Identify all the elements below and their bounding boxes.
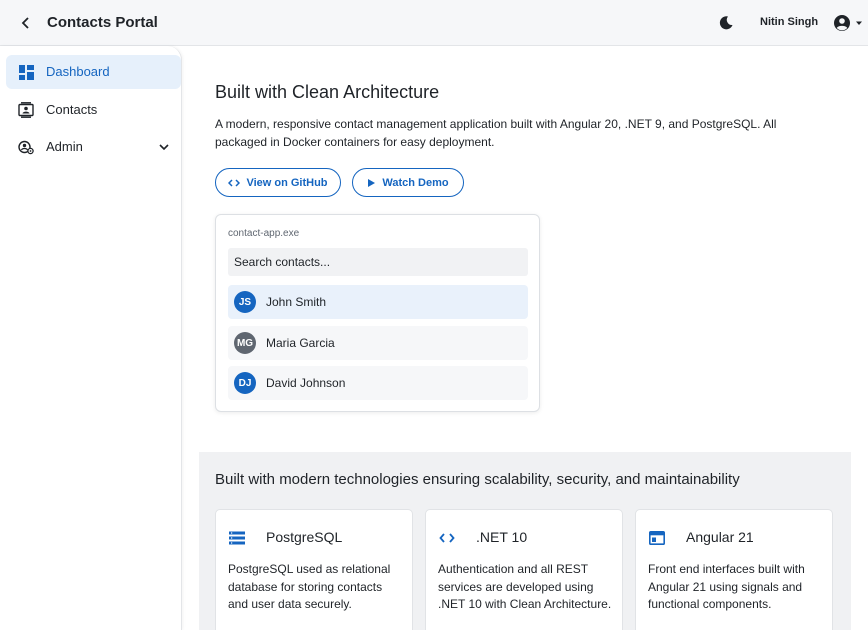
section-title: Built with modern technologies ensuring … bbox=[215, 471, 740, 488]
avatar: JS bbox=[234, 291, 256, 313]
search-input[interactable] bbox=[228, 248, 528, 276]
hero-title: Built with Clean Architecture bbox=[215, 82, 440, 102]
caret-down-icon bbox=[856, 21, 862, 25]
contact-list-item[interactable]: JS John Smith bbox=[228, 285, 528, 319]
sidebar-item-admin[interactable]: Admin bbox=[6, 130, 181, 164]
admin-settings-icon bbox=[18, 139, 34, 155]
database-list-icon bbox=[228, 529, 246, 547]
contact-name: Maria Garcia bbox=[266, 336, 335, 350]
github-button-label: View on GitHub bbox=[246, 176, 328, 189]
moon-icon bbox=[719, 16, 733, 30]
back-button[interactable] bbox=[16, 12, 36, 34]
contact-name: David Johnson bbox=[266, 376, 346, 390]
contact-list-item[interactable]: MG Maria Garcia bbox=[228, 326, 528, 360]
sidebar-item-contacts[interactable]: Contacts bbox=[6, 93, 181, 127]
user-name: Nitin Singh bbox=[760, 16, 819, 28]
tech-description: PostgreSQL used as relational database f… bbox=[228, 562, 391, 611]
sidebar: Dashboard Contacts Admin bbox=[0, 46, 182, 630]
tech-name: Angular 21 bbox=[686, 529, 754, 545]
contact-card-icon bbox=[18, 102, 34, 118]
chevron-left-icon bbox=[21, 17, 29, 29]
window-title: contact-app.exe bbox=[228, 228, 300, 239]
dashboard-icon bbox=[18, 64, 34, 80]
tech-card-angular: Angular 21 Front end interfaces built wi… bbox=[635, 509, 833, 630]
tech-name: PostgreSQL bbox=[266, 529, 343, 545]
code-icon bbox=[228, 178, 241, 187]
play-icon bbox=[368, 178, 376, 187]
sidebar-item-dashboard[interactable]: Dashboard bbox=[6, 55, 181, 89]
contact-list-item[interactable]: DJ David Johnson bbox=[228, 366, 528, 400]
demo-app-window: contact-app.exe JS John Smith MG Maria G… bbox=[215, 214, 540, 412]
hero-description: A modern, responsive contact management … bbox=[215, 117, 777, 149]
view-on-github-button[interactable]: View on GitHub bbox=[215, 168, 341, 197]
account-menu-button[interactable] bbox=[833, 12, 865, 34]
theme-toggle-button[interactable] bbox=[715, 12, 737, 34]
top-app-bar: Contacts Portal Nitin Singh bbox=[0, 0, 868, 46]
account-circle-icon bbox=[834, 15, 850, 31]
watch-demo-button[interactable]: Watch Demo bbox=[352, 168, 464, 197]
sidebar-item-label: Admin bbox=[46, 139, 83, 154]
tech-name: .NET 10 bbox=[476, 529, 528, 545]
browser-window-icon bbox=[648, 529, 666, 547]
tech-description: Front end interfaces built with Angular … bbox=[648, 562, 805, 611]
tech-card-postgresql: PostgreSQL PostgreSQL used as relational… bbox=[215, 509, 413, 630]
avatar: DJ bbox=[234, 372, 256, 394]
sidebar-item-label: Dashboard bbox=[46, 64, 110, 79]
avatar: MG bbox=[234, 332, 256, 354]
sidebar-item-label: Contacts bbox=[46, 102, 98, 117]
code-brackets-icon bbox=[438, 529, 456, 547]
contact-name: John Smith bbox=[266, 295, 327, 309]
chevron-down-icon bbox=[159, 144, 169, 151]
app-title: Contacts Portal bbox=[47, 14, 158, 31]
technologies-section: Built with modern technologies ensuring … bbox=[199, 452, 851, 630]
demo-button-label: Watch Demo bbox=[382, 176, 449, 189]
tech-card-dotnet: .NET 10 Authentication and all REST serv… bbox=[425, 509, 623, 630]
tech-description: Authentication and all REST services are… bbox=[438, 562, 612, 611]
